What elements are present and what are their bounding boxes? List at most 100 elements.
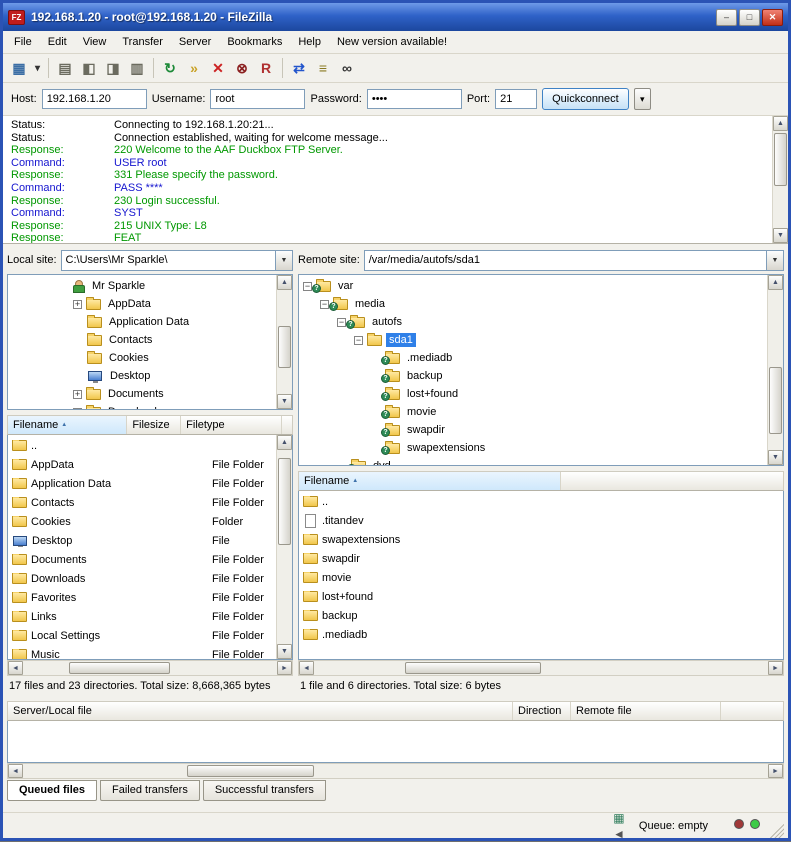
scroll-track[interactable]: [23, 764, 768, 778]
scroll-up-icon[interactable]: ▲: [277, 435, 292, 450]
collapse-minus-icon[interactable]: −: [320, 300, 329, 309]
scroll-thumb[interactable]: [774, 133, 787, 186]
menu-item-file[interactable]: File: [6, 33, 40, 51]
local-site-combobox[interactable]: C:\Users\Mr Sparkle\ ▼: [61, 250, 293, 271]
disconnect-icon[interactable]: ⊗: [230, 57, 254, 80]
tab-successful-transfers[interactable]: Successful transfers: [203, 780, 326, 801]
scroll-thumb[interactable]: [187, 765, 314, 777]
directory-comparison-icon[interactable]: ≡: [311, 57, 335, 80]
tree-item-documents[interactable]: +Documents: [8, 385, 274, 403]
horizontal-scrollbar[interactable]: ◄►: [298, 660, 784, 676]
horizontal-scrollbar[interactable]: ◄►: [7, 660, 293, 676]
combo-dropdown-icon[interactable]: ▼: [275, 251, 292, 270]
file-row-appdata[interactable]: AppDataFile Folder: [8, 455, 275, 474]
column-header-filename[interactable]: Filename▲: [299, 472, 561, 490]
column-header-filetype[interactable]: Filetype: [181, 416, 282, 434]
file-row-favorites[interactable]: FavoritesFile Folder: [8, 588, 275, 607]
site-manager-dropdown-icon[interactable]: ▾: [31, 57, 44, 80]
tree-item-appdata[interactable]: +AppData: [8, 295, 274, 313]
column-header-server-local-file[interactable]: Server/Local file: [8, 702, 513, 720]
menu-item-new-version-available[interactable]: New version available!: [329, 33, 455, 51]
file-row-item[interactable]: ..: [299, 492, 783, 511]
file-row-titandev[interactable]: .titandev: [299, 511, 783, 530]
menu-item-server[interactable]: Server: [171, 33, 219, 51]
file-row-swapextensions[interactable]: swapextensions: [299, 530, 783, 549]
scroll-track[interactable]: [314, 661, 768, 675]
resize-grip[interactable]: [770, 824, 784, 838]
menu-item-transfer[interactable]: Transfer: [114, 33, 171, 51]
scroll-left-icon[interactable]: ◄: [8, 661, 23, 675]
scroll-thumb[interactable]: [69, 662, 171, 674]
expand-plus-icon[interactable]: +: [73, 300, 82, 309]
scroll-down-icon[interactable]: ▼: [768, 450, 783, 465]
tab-failed-transfers[interactable]: Failed transfers: [100, 780, 200, 801]
file-row-desktop[interactable]: DesktopFile: [8, 531, 275, 550]
combo-dropdown-icon[interactable]: ▼: [766, 251, 783, 270]
scroll-track[interactable]: [773, 131, 788, 228]
scroll-left-icon[interactable]: ◄: [299, 661, 314, 675]
file-row-item[interactable]: ..: [8, 436, 275, 455]
tree-item-autofs[interactable]: −?autofs: [299, 313, 765, 331]
tree-item-cookies[interactable]: Cookies: [8, 349, 274, 367]
password-input[interactable]: [367, 89, 462, 109]
file-row-lost-found[interactable]: lost+found: [299, 587, 783, 606]
scroll-right-icon[interactable]: ►: [768, 661, 783, 675]
vertical-scrollbar[interactable]: ▲▼: [276, 435, 292, 659]
file-row-downloads[interactable]: DownloadsFile Folder: [8, 569, 275, 588]
tree-item-mr-sparkle[interactable]: Mr Sparkle: [8, 277, 274, 295]
scroll-up-icon[interactable]: ▲: [277, 275, 292, 290]
column-header-filename[interactable]: Filename▲: [8, 416, 127, 434]
queue-toggle-icon[interactable]: ▥: [125, 57, 149, 80]
file-row-local-settings[interactable]: Local SettingsFile Folder: [8, 626, 275, 645]
scroll-thumb[interactable]: [769, 367, 782, 434]
reconnect-icon[interactable]: R: [254, 57, 278, 80]
file-row-application-data[interactable]: Application DataFile Folder: [8, 474, 275, 493]
title-bar[interactable]: FZ 192.168.1.20 - root@192.168.1.20 - Fi…: [3, 3, 788, 31]
menu-item-view[interactable]: View: [75, 33, 115, 51]
scroll-down-icon[interactable]: ▼: [277, 644, 292, 659]
scroll-track[interactable]: [277, 290, 292, 394]
sync-browsing-icon[interactable]: ⇄: [287, 57, 311, 80]
tree-item-contacts[interactable]: Contacts: [8, 331, 274, 349]
scroll-right-icon[interactable]: ►: [768, 764, 783, 778]
site-manager-icon[interactable]: ▦: [7, 57, 31, 80]
tree-item-var[interactable]: −?var: [299, 277, 765, 295]
remote-site-combobox[interactable]: /var/media/autofs/sda1 ▼: [364, 250, 784, 271]
file-row-swapdir[interactable]: swapdir: [299, 549, 783, 568]
file-row-contacts[interactable]: ContactsFile Folder: [8, 493, 275, 512]
tree-item-desktop[interactable]: Desktop: [8, 367, 274, 385]
scroll-thumb[interactable]: [405, 662, 541, 674]
quickconnect-button[interactable]: Quickconnect: [542, 88, 629, 110]
username-input[interactable]: [210, 89, 305, 109]
scroll-track[interactable]: [23, 661, 277, 675]
column-header-remote-file[interactable]: Remote file: [571, 702, 721, 720]
tree-item-swapdir[interactable]: ?swapdir: [299, 421, 765, 439]
scroll-track[interactable]: [768, 290, 783, 450]
message-log-toggle-icon[interactable]: ▤: [53, 57, 77, 80]
find-icon[interactable]: ∞: [335, 57, 359, 80]
collapse-minus-icon[interactable]: −: [303, 282, 312, 291]
host-input[interactable]: [42, 89, 147, 109]
maximize-button[interactable]: □: [739, 9, 760, 26]
cancel-icon[interactable]: ✕: [206, 57, 230, 80]
scroll-down-icon[interactable]: ▼: [277, 394, 292, 409]
expand-plus-icon[interactable]: +: [73, 408, 82, 411]
menu-item-edit[interactable]: Edit: [40, 33, 75, 51]
file-row-music[interactable]: MusicFile Folder: [8, 645, 275, 660]
tree-item-dvd[interactable]: ?dvd: [299, 457, 765, 466]
file-row-cookies[interactable]: CookiesFolder: [8, 512, 275, 531]
menu-item-help[interactable]: Help: [290, 33, 329, 51]
tree-item-mediadb[interactable]: ?.mediadb: [299, 349, 765, 367]
scroll-up-icon[interactable]: ▲: [773, 116, 788, 131]
column-header-filesize[interactable]: Filesize: [127, 416, 181, 434]
horizontal-scrollbar[interactable]: ◄►: [7, 763, 784, 779]
tree-item-sda1[interactable]: −sda1: [299, 331, 765, 349]
scroll-left-icon[interactable]: ◄: [8, 764, 23, 778]
port-input[interactable]: [495, 89, 537, 109]
file-row-movie[interactable]: movie: [299, 568, 783, 587]
scroll-track[interactable]: [277, 450, 292, 644]
tree-item-backup[interactable]: ?backup: [299, 367, 765, 385]
collapse-minus-icon[interactable]: −: [337, 318, 346, 327]
minimize-button[interactable]: –: [716, 9, 737, 26]
close-button[interactable]: ✕: [762, 9, 783, 26]
